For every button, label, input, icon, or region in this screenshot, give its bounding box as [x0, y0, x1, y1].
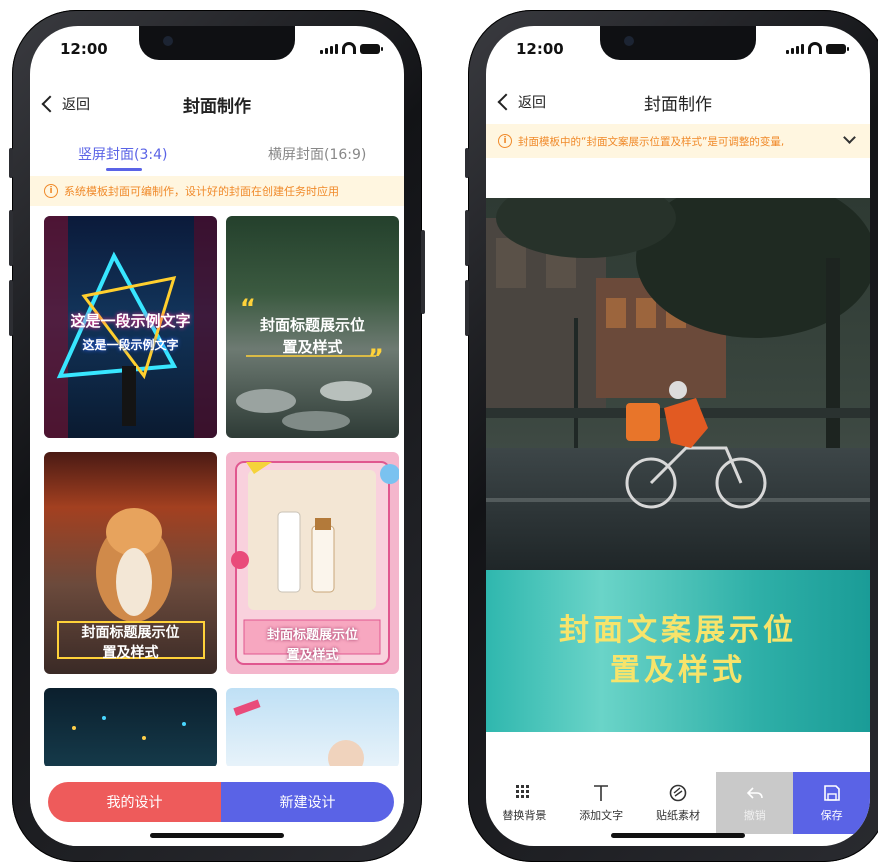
signal-icon — [320, 44, 338, 54]
wifi-icon — [342, 42, 356, 54]
cover-text[interactable]: 封面文案展示位 置及样式 — [548, 611, 808, 691]
tool-label: 撤销 — [743, 809, 766, 822]
info-icon: i — [44, 184, 58, 198]
save-icon — [823, 785, 840, 801]
template-card[interactable]: “ ” 封面标题展示位 置及样式 — [226, 216, 399, 438]
grid-icon — [516, 785, 530, 798]
screen-template-list: 12:00 返回 封面制作 竖屏封面(3:4) 横屏封面(16:9) i 系统模… — [30, 26, 404, 846]
orientation-tabs: 竖屏封面(3:4) 横屏封面(16:9) — [30, 136, 404, 176]
mute-switch — [465, 148, 469, 178]
home-indicator — [150, 833, 284, 838]
template-caption: 置及样式 — [282, 338, 343, 356]
battery-icon — [826, 44, 849, 54]
notice-banner: i 系统模板封面可编制作，设计好的封面在创建任务时应用 — [30, 176, 404, 206]
nav-bar: 返回 封面制作 — [30, 86, 404, 126]
signal-icon — [786, 44, 804, 54]
screen-cover-editor: 12:00 返回 封面制作 i 封面模板中的“封面文案展示位置及样式”是可调整的… — [486, 26, 870, 846]
undo-button[interactable]: 撤销 — [716, 772, 794, 834]
sky-person-graphic — [233, 699, 364, 768]
template-card[interactable]: 封面标题展示位 置及样式 — [44, 452, 217, 674]
page-title: 封面制作 — [183, 97, 251, 117]
template-card[interactable] — [226, 688, 399, 768]
tool-label: 保存 — [820, 809, 843, 822]
volume-up-button — [465, 210, 469, 266]
tool-label: 添加文字 — [579, 809, 624, 822]
status-bar: 12:00 — [60, 40, 383, 62]
template-card[interactable] — [44, 688, 217, 768]
power-button — [421, 230, 425, 314]
phone-frame-right: 12:00 返回 封面制作 i 封面模板中的“封面文案展示位置及样式”是可调整的… — [465, 10, 878, 862]
city-lights-graphic — [72, 716, 186, 740]
notice-banner: i 封面模板中的“封面文案展示位置及样式”是可调整的变量, — [486, 124, 870, 158]
page-title: 封面制作 — [644, 95, 712, 115]
template-caption: 这是一段示例文字 — [82, 338, 179, 352]
template-card[interactable]: 这是一段示例文字 这是一段示例文字 — [44, 216, 217, 438]
replace-background-button[interactable]: 替换背景 — [486, 772, 563, 834]
new-design-button[interactable]: 新建设计 — [221, 782, 394, 822]
phone-frame-left: 12:00 返回 封面制作 竖屏封面(3:4) 横屏封面(16:9) i 系统模… — [9, 10, 425, 862]
tool-label: 贴纸素材 — [655, 809, 700, 822]
my-designs-button[interactable]: 我的设计 — [48, 782, 221, 822]
add-text-button[interactable]: 添加文字 — [563, 772, 640, 834]
tool-label: 替换背景 — [502, 809, 547, 822]
street-cyclist-graphic — [486, 198, 870, 570]
info-icon: i — [498, 134, 512, 148]
template-caption: 置及样式 — [102, 645, 159, 661]
nav-bar: 返回 封面制作 — [486, 84, 870, 124]
tab-portrait[interactable]: 竖屏封面(3:4) — [78, 144, 167, 164]
template-caption: 封面标题展示位 — [259, 316, 365, 334]
cover-background-photo[interactable] — [486, 198, 870, 570]
status-time: 12:00 — [516, 40, 564, 58]
save-button[interactable]: 保存 — [793, 772, 870, 834]
undo-icon — [746, 787, 763, 799]
status-time: 12:00 — [60, 40, 108, 58]
template-caption: 置及样式 — [286, 648, 339, 663]
volume-down-button — [465, 280, 469, 336]
volume-down-button — [9, 280, 13, 336]
sticker-icon — [669, 784, 687, 802]
template-caption: 封面标题展示位 — [81, 625, 180, 641]
wifi-icon — [808, 42, 822, 54]
chevron-down-icon[interactable] — [843, 131, 856, 144]
editor-toolbar: 替换背景 添加文字 贴纸素材 撤销 保存 — [486, 772, 870, 834]
mute-switch — [9, 148, 13, 178]
active-tab-indicator — [106, 168, 142, 171]
home-indicator — [611, 833, 745, 838]
template-caption: 封面标题展示位 — [266, 628, 358, 643]
sticker-button[interactable]: 贴纸素材 — [640, 772, 717, 834]
cover-text-banner[interactable]: 封面文案展示位 置及样式 — [486, 570, 870, 732]
tab-landscape[interactable]: 横屏封面(16:9) — [268, 144, 366, 164]
volume-up-button — [9, 210, 13, 266]
template-card[interactable]: 封面标题展示位 置及样式 — [226, 452, 399, 674]
notice-text: 封面模板中的“封面文案展示位置及样式”是可调整的变量, — [518, 135, 785, 148]
status-bar: 12:00 — [516, 40, 849, 62]
template-caption: 这是一段示例文字 — [70, 312, 191, 330]
battery-icon — [360, 44, 383, 54]
text-icon — [594, 785, 609, 801]
cover-text-line2: 置及样式 — [610, 653, 746, 688]
notice-text: 系统模板封面可编制作，设计好的封面在创建任务时应用 — [64, 185, 339, 198]
design-button-group: 我的设计 新建设计 — [48, 782, 394, 822]
cover-text-line1: 封面文案展示位 — [559, 613, 797, 648]
